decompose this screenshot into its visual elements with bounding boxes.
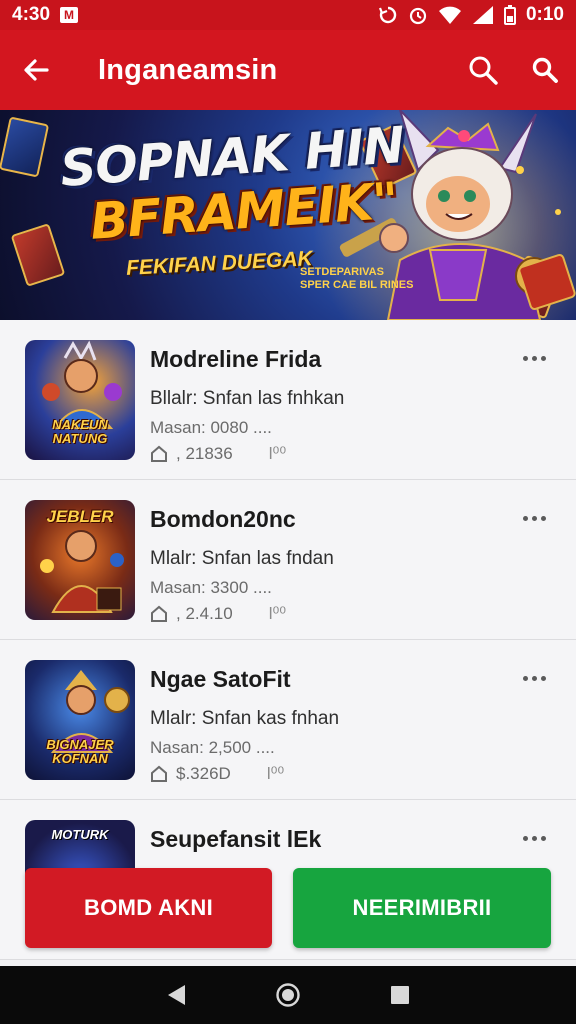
stat-extra: l⁰⁰ bbox=[266, 764, 285, 783]
dot-icon bbox=[540, 675, 546, 681]
game-title: Bomdon20nc bbox=[150, 506, 296, 532]
game-list: NAKEUN NATUNG Modreline Frida Bllalr: Sn… bbox=[0, 320, 576, 960]
search-button[interactable] bbox=[452, 30, 514, 110]
more-options-button[interactable] bbox=[514, 346, 554, 370]
status-clock: 0:10 bbox=[525, 4, 564, 25]
more-options-button[interactable] bbox=[514, 506, 554, 530]
banner-small-text-line2: SPER CAE BIL RINES bbox=[300, 279, 414, 291]
primary-action-button[interactable]: BOMD AKNI bbox=[25, 868, 272, 948]
sync-icon bbox=[378, 6, 397, 24]
dot-icon bbox=[522, 835, 528, 841]
stat-extra: l⁰⁰ bbox=[268, 444, 287, 463]
game-thumbnail[interactable]: BIGNAJER KOFNAN bbox=[25, 660, 135, 780]
list-item[interactable]: BIGNAJER KOFNAN Ngae SatoFit Mlalr: Snfa… bbox=[0, 640, 576, 800]
game-stats: , 2.4.10 l⁰⁰ bbox=[150, 604, 286, 624]
app-bar: Inganeamsin bbox=[0, 30, 576, 110]
recents-square-icon bbox=[391, 986, 409, 1004]
status-time: 4:30 bbox=[12, 4, 51, 25]
banner-tagline: FEKIFAN DUEGAK bbox=[125, 247, 314, 280]
nav-home-button[interactable] bbox=[268, 975, 308, 1015]
stat-value: $.326D bbox=[176, 764, 231, 783]
thumbnail-label: MOTURK bbox=[51, 827, 109, 842]
back-arrow-icon bbox=[24, 59, 49, 81]
secondary-action-button[interactable]: NEERIMIBRII bbox=[293, 868, 551, 948]
game-description: Mlalr: Snfan las fndan bbox=[150, 548, 334, 569]
stat-value: , 21836 bbox=[176, 444, 233, 463]
home-circle-icon bbox=[276, 983, 300, 1007]
dot-icon bbox=[522, 675, 528, 681]
dot-icon bbox=[531, 835, 537, 841]
dot-icon bbox=[540, 515, 546, 521]
dot-icon bbox=[540, 355, 546, 361]
back-triangle-icon bbox=[168, 985, 185, 1005]
game-description: Mlalr: Snfan kas fnhan bbox=[150, 708, 340, 729]
list-item[interactable]: JEBLER Bomdon20nc Mlalr: Snfan las fndan… bbox=[0, 480, 576, 640]
dot-icon bbox=[531, 355, 537, 361]
alarm-icon bbox=[409, 7, 427, 25]
house-icon bbox=[151, 765, 167, 782]
house-icon bbox=[151, 445, 167, 462]
dot-icon bbox=[531, 675, 537, 681]
search-icon bbox=[532, 57, 558, 83]
thumbnail-label: NAKEUN NATUNG bbox=[52, 417, 108, 446]
dot-icon bbox=[531, 515, 537, 521]
game-thumbnail[interactable]: NAKEUN NATUNG bbox=[25, 340, 135, 460]
game-meta: Masan: 0080 .... bbox=[150, 418, 272, 437]
search-icon bbox=[469, 56, 498, 85]
page-title: Inganeamsin bbox=[98, 53, 278, 86]
list-item[interactable]: NAKEUN NATUNG Modreline Frida Bllalr: Sn… bbox=[0, 320, 576, 480]
banner-card-decoration bbox=[10, 223, 66, 287]
thumbnail-label: JEBLER bbox=[46, 507, 114, 526]
banner-small-text: SETDEPARIVAS SPER CAE BIL RINES bbox=[300, 266, 414, 292]
search-button-secondary[interactable] bbox=[514, 30, 576, 110]
thumbnail-label: BIGNAJER KOFNAN bbox=[46, 737, 114, 766]
stat-value: , 2.4.10 bbox=[176, 604, 233, 623]
game-title: Modreline Frida bbox=[150, 346, 322, 372]
gmail-icon: M bbox=[60, 7, 79, 23]
stat-extra: l⁰⁰ bbox=[268, 604, 287, 623]
game-thumbnail[interactable]: JEBLER bbox=[25, 500, 135, 620]
nav-back-button[interactable] bbox=[156, 975, 196, 1015]
banner-small-text-line1: SETDEPARIVAS bbox=[300, 266, 384, 278]
house-icon bbox=[151, 605, 167, 622]
system-nav-bar bbox=[0, 966, 576, 1024]
banner-headline: SOPNAK HIN BFRAMEIK" bbox=[58, 116, 405, 251]
more-options-button[interactable] bbox=[514, 666, 554, 690]
game-meta: Masan: 3300 .... bbox=[150, 578, 272, 597]
banner-card-decoration bbox=[0, 116, 50, 178]
promo-banner[interactable]: SOPNAK HIN BFRAMEIK" FEKIFAN DUEGAK SETD… bbox=[0, 110, 576, 320]
app-screen: 4:30 M 0:10 Inganeamsin SOPNAK HIN BFRAM… bbox=[0, 0, 576, 1024]
back-button[interactable] bbox=[0, 30, 72, 110]
game-stats: , 21836 l⁰⁰ bbox=[150, 444, 286, 464]
game-title: Seupefansit lEk bbox=[150, 826, 322, 852]
signal-icon bbox=[472, 6, 493, 24]
game-meta: Nasan: 2,500 .... bbox=[150, 738, 275, 757]
game-description: Bllalr: Snfan las fnhkan bbox=[150, 388, 345, 409]
more-options-button[interactable] bbox=[514, 826, 554, 850]
wifi-icon bbox=[438, 6, 461, 24]
dot-icon bbox=[540, 835, 546, 841]
dot-icon bbox=[522, 355, 528, 361]
game-stats: $.326D l⁰⁰ bbox=[150, 764, 284, 784]
game-title: Ngae SatoFit bbox=[150, 666, 291, 692]
nav-recents-button[interactable] bbox=[380, 975, 420, 1015]
status-bar: 4:30 M 0:10 bbox=[0, 0, 576, 30]
dot-icon bbox=[522, 515, 528, 521]
battery-icon bbox=[503, 5, 516, 25]
